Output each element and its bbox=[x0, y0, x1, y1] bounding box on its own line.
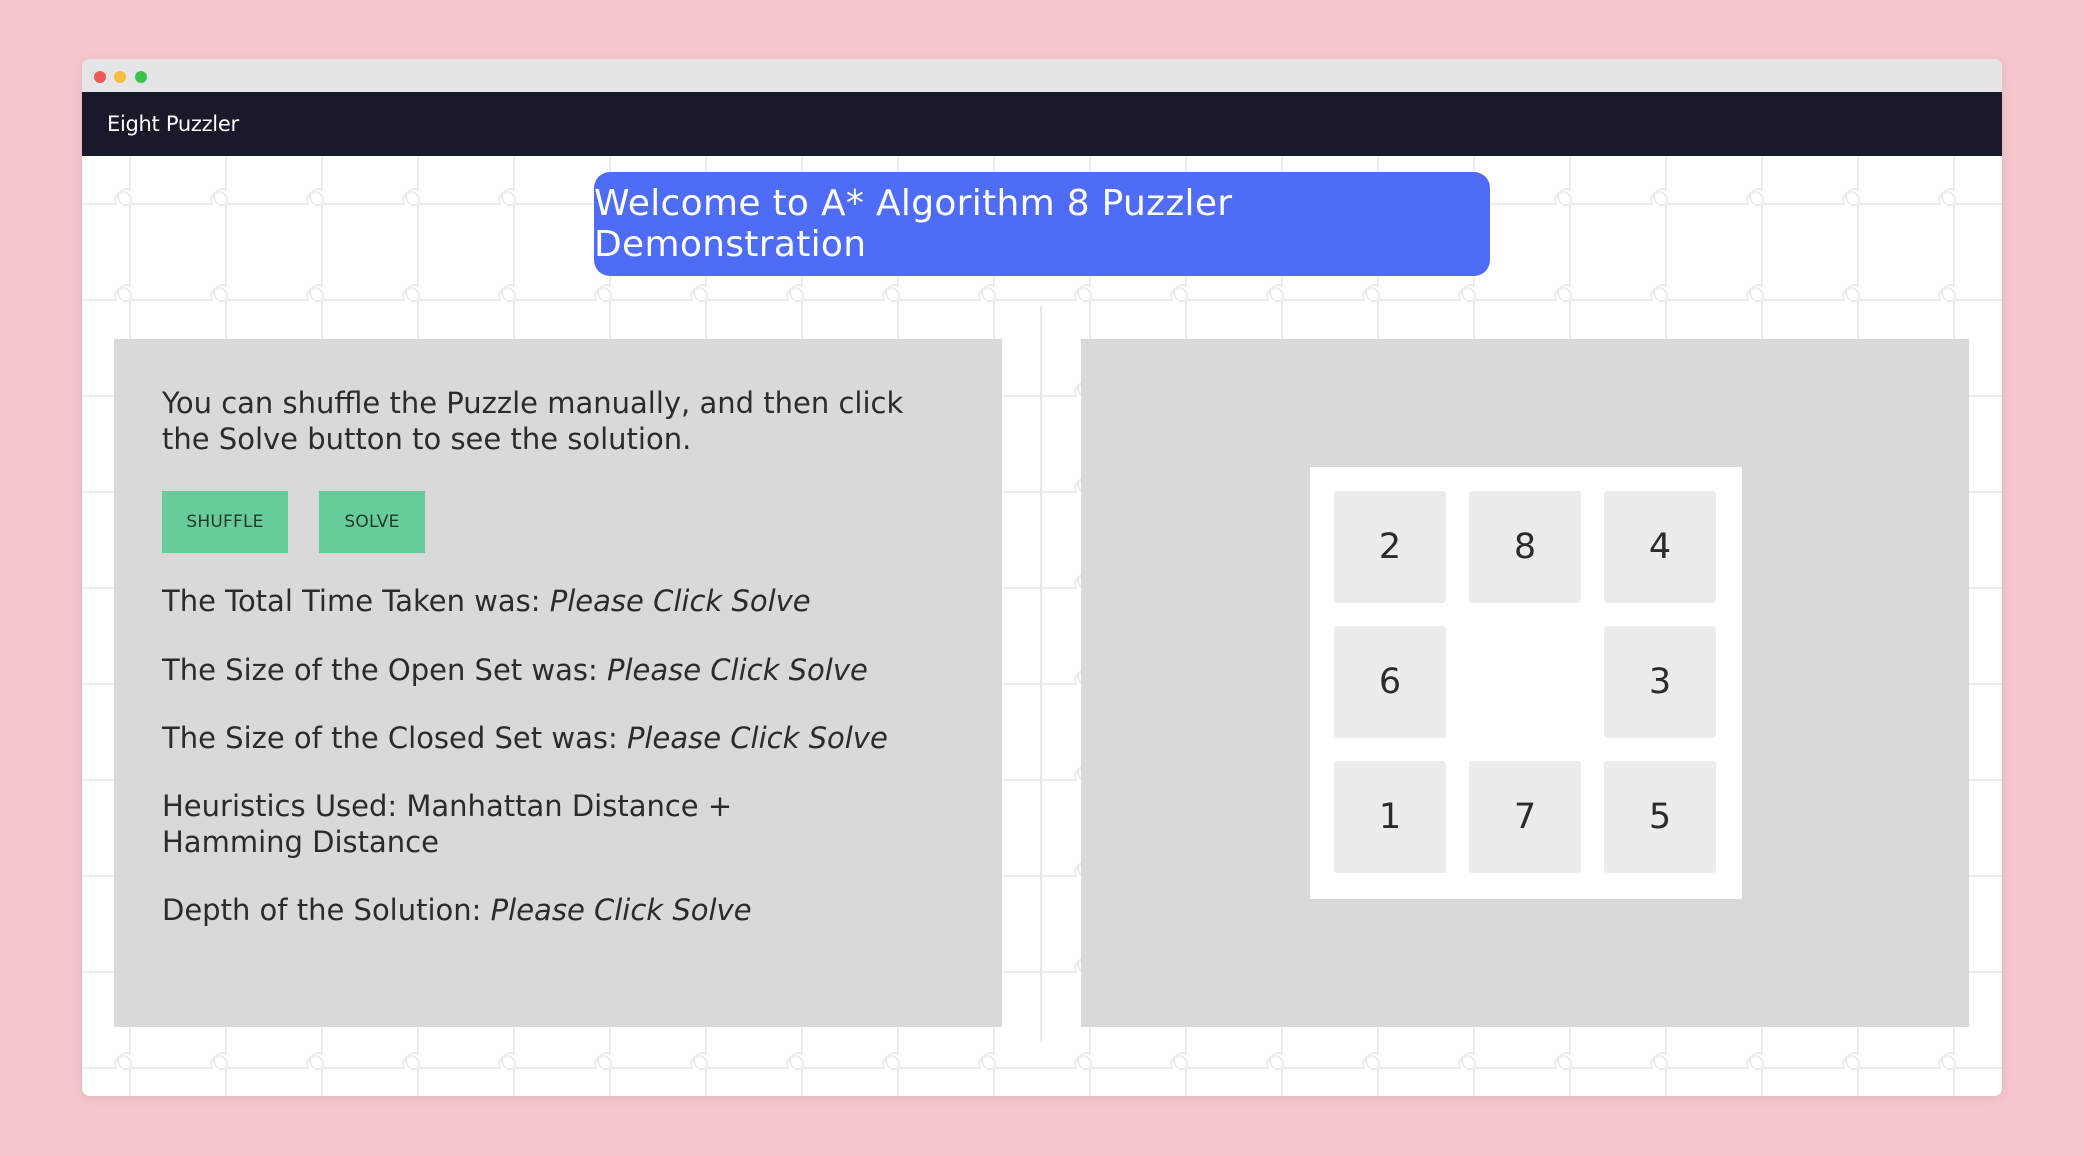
welcome-banner: Welcome to A* Algorithm 8 Puzzler Demons… bbox=[594, 172, 1490, 276]
minimize-window-icon[interactable] bbox=[114, 71, 126, 83]
open-set-stat: The Size of the Open Set was: Please Cli… bbox=[162, 652, 962, 688]
close-window-icon[interactable] bbox=[94, 71, 106, 83]
depth-label: Depth of the Solution: bbox=[162, 893, 491, 927]
app-title[interactable]: Eight Puzzler bbox=[107, 112, 239, 136]
browser-window: Eight Puzzler Welcome to A* Algorithm 8 … bbox=[82, 59, 2002, 1096]
solve-button[interactable]: SOLVE bbox=[319, 491, 425, 553]
heuristics-stat: Heuristics Used: Manhattan Distance + Ha… bbox=[162, 789, 733, 859]
depth-stat: Depth of the Solution: Please Click Solv… bbox=[162, 892, 962, 928]
closed-set-stat: The Size of the Closed Set was: Please C… bbox=[162, 720, 962, 756]
column-divider bbox=[1040, 306, 1042, 1041]
shuffle-button[interactable]: SHUFFLE bbox=[162, 491, 288, 553]
total-time-label: The Total Time Taken was: bbox=[162, 584, 550, 618]
puzzle-board: 2 8 4 6 3 1 7 5 bbox=[1310, 467, 1742, 899]
open-set-value: Please Click Solve bbox=[606, 653, 868, 687]
welcome-banner-text: Welcome to A* Algorithm 8 Puzzler Demons… bbox=[594, 183, 1233, 265]
controls-panel: You can shuffle the Puzzle manually, and… bbox=[114, 339, 1002, 1027]
instructions-text: You can shuffle the Puzzle manually, and… bbox=[162, 386, 904, 456]
closed-set-label: The Size of the Closed Set was: bbox=[162, 721, 627, 755]
depth-value: Please Click Solve bbox=[490, 893, 752, 927]
closed-set-value: Please Click Solve bbox=[626, 721, 888, 755]
puzzle-tile[interactable]: 8 bbox=[1469, 491, 1581, 603]
maximize-window-icon[interactable] bbox=[135, 71, 147, 83]
total-time-stat: The Total Time Taken was: Please Click S… bbox=[162, 583, 962, 619]
puzzle-tile[interactable]: 4 bbox=[1604, 491, 1716, 603]
puzzle-tile[interactable]: 2 bbox=[1334, 491, 1446, 603]
puzzle-tile[interactable]: 1 bbox=[1334, 761, 1446, 873]
total-time-value: Please Click Solve bbox=[549, 584, 811, 618]
empty-tile-slot bbox=[1469, 626, 1581, 738]
puzzle-tile[interactable]: 7 bbox=[1469, 761, 1581, 873]
puzzle-panel: 2 8 4 6 3 1 7 5 bbox=[1081, 339, 1969, 1027]
puzzle-tile[interactable]: 3 bbox=[1604, 626, 1716, 738]
puzzle-tile[interactable]: 6 bbox=[1334, 626, 1446, 738]
main-content: Welcome to A* Algorithm 8 Puzzler Demons… bbox=[82, 156, 2002, 1096]
navbar: Eight Puzzler bbox=[82, 92, 2002, 156]
open-set-label: The Size of the Open Set was: bbox=[162, 653, 607, 687]
window-titlebar bbox=[82, 59, 2002, 92]
puzzle-tile[interactable]: 5 bbox=[1604, 761, 1716, 873]
